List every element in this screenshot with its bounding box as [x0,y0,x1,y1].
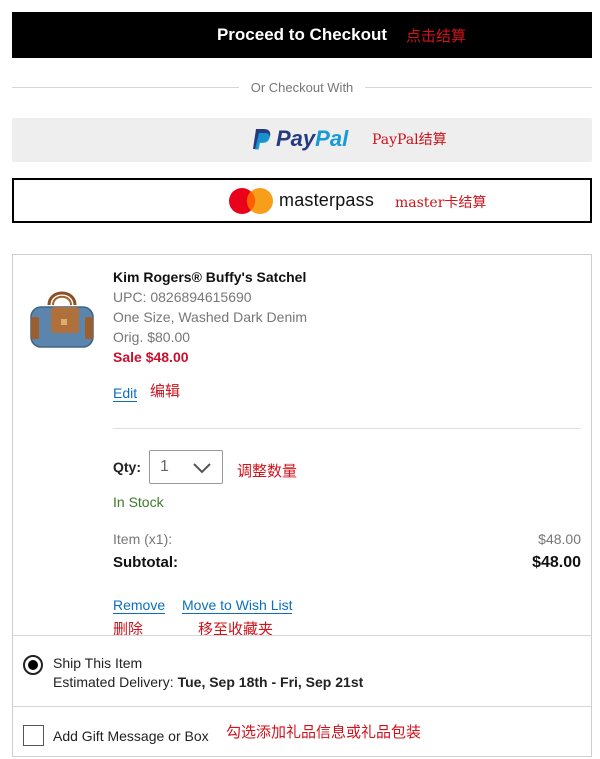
move-to-wishlist-link[interactable]: Move to Wish List [182,597,293,614]
divider-line-left [12,86,239,88]
subtotal-label: Subtotal: [113,554,178,571]
cart-item-panel: Kim Rogers® Buffy's Satchel UPC: 0826894… [12,254,592,757]
masterpass-button[interactable]: masterpass [12,178,592,223]
paypal-button[interactable]: PayPal [12,118,592,162]
or-checkout-divider: Or Checkout With [12,76,592,98]
stock-status: In Stock [113,494,164,510]
qty-value: 1 [160,458,169,475]
masterpass-label: masterpass [279,190,375,210]
product-name[interactable]: Kim Rogers® Buffy's Satchel [113,267,307,287]
estimated-delivery-label: Estimated Delivery: [53,674,174,690]
original-price: Orig. $80.00 [113,329,191,345]
product-variant: One Size, Washed Dark Denim [113,309,307,325]
item-total-row: Item (x1): $48.00 [113,531,581,547]
gift-checkbox[interactable] [23,725,44,746]
subtotal-row: Subtotal: $48.00 [113,554,581,572]
sale-price: Sale $48.00 [113,349,189,365]
ship-item-radio[interactable] [23,655,43,675]
shipping-divider [13,635,591,636]
item-count-label: Item (x1): [113,531,173,547]
paypal-annotation: PayPal结算 [372,132,447,148]
item-separator [113,428,581,429]
product-upc: UPC: 0826894615690 [113,289,252,305]
proceed-to-checkout-button[interactable]: Proceed to Checkout [12,12,592,58]
estimated-delivery-dates: Tue, Sep 18th - Fri, Sep 21st [177,674,364,690]
radio-selected-dot [28,660,38,670]
proceed-to-checkout-label: Proceed to Checkout [216,25,388,44]
qty-label: Qty: [113,459,141,475]
paypal-pay-text: Pay [276,126,316,151]
gift-divider [13,706,591,707]
paypal-p-icon [253,129,271,150]
item-amount: $48.00 [538,531,581,547]
gift-annotation: 勾选添加礼品信息或礼品包装 [226,723,422,741]
remove-link[interactable]: Remove [113,597,166,614]
subtotal-amount: $48.00 [532,554,581,571]
masterpass-annotation: master卡结算 [395,195,487,211]
product-info: Kim Rogers® Buffy's Satchel UPC: 0826894… [113,267,307,367]
edit-link[interactable]: Edit [113,385,138,402]
divider-line-right [365,86,592,88]
or-checkout-label: Or Checkout With [250,79,354,95]
edit-annotation: 编辑 [150,382,181,400]
qty-select[interactable]: 1 [149,450,223,484]
proceed-annotation: 点击结算 [406,27,467,45]
paypal-pal-text: Pal [315,126,349,151]
chevron-down-icon [193,463,211,474]
gift-label[interactable]: Add Gift Message or Box [53,728,209,744]
product-image[interactable] [27,283,97,355]
paypal-logo: PayPal [252,126,348,152]
ship-item-label: Ship This Item [53,655,143,671]
mastercard-circles-icon [229,188,273,214]
qty-annotation: 调整数量 [237,462,298,480]
estimated-delivery: Estimated Delivery: Tue, Sep 18th - Fri, … [53,674,363,690]
